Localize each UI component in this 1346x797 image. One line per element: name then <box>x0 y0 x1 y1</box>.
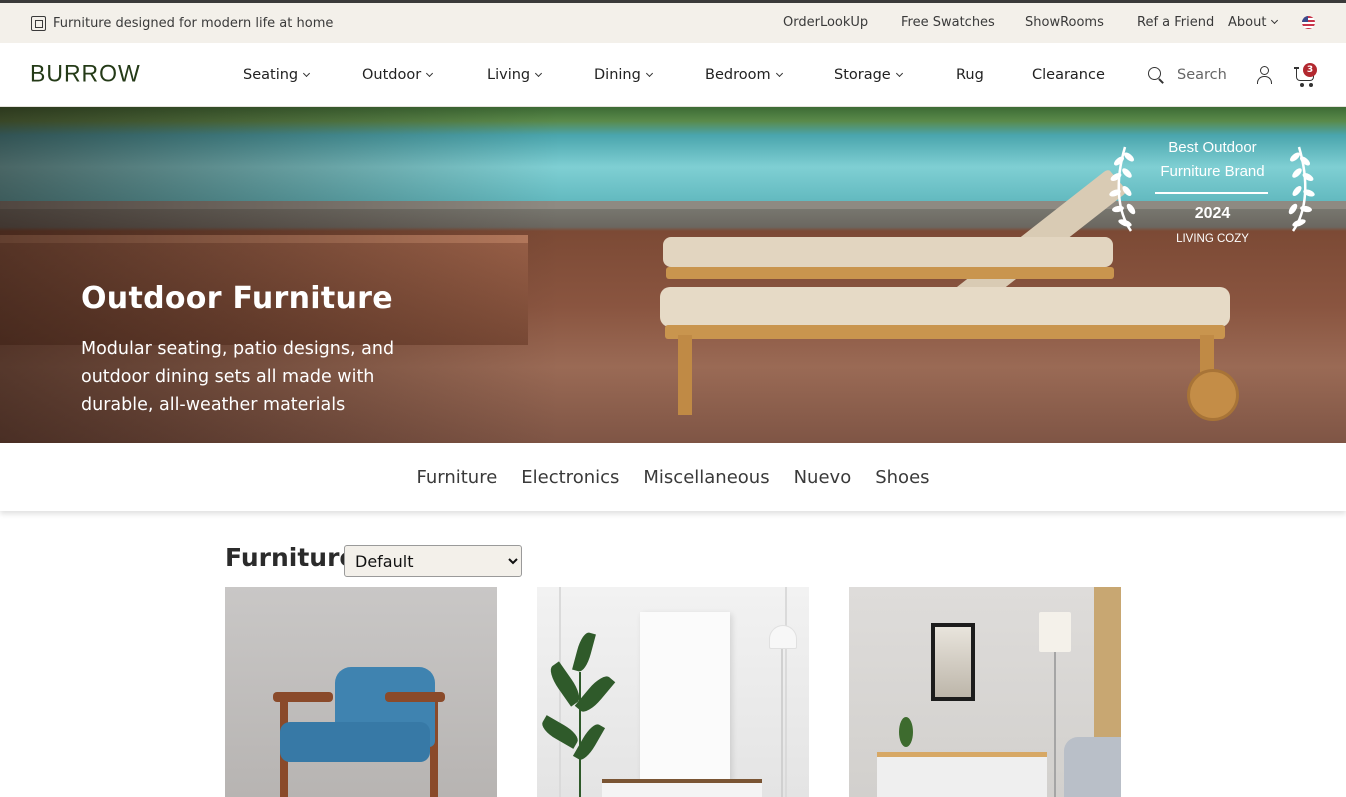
product-image-console <box>602 779 762 797</box>
product-image-chair <box>273 692 333 702</box>
chevron-down-icon <box>645 69 653 78</box>
product-image-lamp <box>781 649 783 797</box>
search-input[interactable] <box>1177 67 1241 83</box>
order-lookup-link[interactable]: OrderLookUp <box>783 3 868 43</box>
cart-icon[interactable]: 3 <box>1294 63 1318 87</box>
product-card[interactable] <box>849 587 1121 797</box>
hero-image-cushion <box>663 237 1113 267</box>
product-card[interactable] <box>225 587 497 797</box>
nav-bedroom-label: Bedroom <box>705 67 771 83</box>
product-image-chair <box>385 692 445 702</box>
sort-select[interactable]: Default <box>344 545 522 577</box>
product-image-plant <box>899 717 913 747</box>
hero-title: Outdoor Furniture <box>81 281 393 316</box>
award-org: LIVING COZY <box>1176 233 1249 245</box>
award-line2: Furniture Brand <box>1160 163 1265 180</box>
category-miscellaneous[interactable]: Miscellaneous <box>643 467 769 488</box>
refer-friend-link[interactable]: Ref a Friend <box>1137 3 1214 43</box>
category-nuevo[interactable]: Nuevo <box>794 467 852 488</box>
nav-seating-label: Seating <box>243 67 299 83</box>
award-divider <box>1155 192 1268 194</box>
category-shoes[interactable]: Shoes <box>875 467 929 488</box>
product-image-plant <box>538 630 617 797</box>
category-bar: Furniture Electronics Miscellaneous Nuev… <box>0 443 1346 511</box>
award-badge: Best Outdoor Furniture Brand 2024 LIVING… <box>1105 135 1320 255</box>
chevron-down-icon <box>426 69 434 78</box>
product-card[interactable] <box>537 587 809 797</box>
nav-living-label: Living <box>487 67 531 83</box>
product-image-chair <box>280 722 430 762</box>
search-icon[interactable] <box>1147 66 1165 84</box>
section-title: Furniture <box>225 543 357 572</box>
square-icon <box>31 15 46 31</box>
logo[interactable]: BURROW <box>30 59 141 87</box>
nav-seating[interactable]: Seating <box>243 43 311 107</box>
hero-banner: Outdoor Furniture Modular seating, patio… <box>0 107 1346 443</box>
nav-outdoor[interactable]: Outdoor <box>362 43 434 107</box>
hero-image-frame <box>665 325 1225 339</box>
main-header: BURROW Seating Outdoor Living Dining Bed… <box>0 43 1346 107</box>
award-year: 2024 <box>1194 205 1231 222</box>
product-image-frame <box>931 623 975 701</box>
free-swatches-link[interactable]: Free Swatches <box>901 3 995 43</box>
chevron-down-icon <box>895 69 903 78</box>
chevron-down-icon <box>303 69 311 78</box>
user-icon[interactable] <box>1256 66 1272 84</box>
chevron-down-icon <box>1271 16 1279 25</box>
hero-image-cushion <box>660 287 1230 327</box>
hero-subtitle: Modular seating, patio designs, and outd… <box>81 339 395 415</box>
award-line1: Best Outdoor <box>1168 139 1257 156</box>
nav-clearance[interactable]: Clearance <box>1032 43 1105 107</box>
nav-outdoor-label: Outdoor <box>362 67 422 83</box>
hero-image-wheel <box>1187 369 1239 421</box>
chevron-down-icon <box>535 69 543 78</box>
utility-bar: Furniture designed for modern life at ho… <box>0 3 1346 43</box>
nav-storage[interactable]: Storage <box>834 43 903 107</box>
nav-dining[interactable]: Dining <box>594 43 653 107</box>
product-image-lamp <box>1039 612 1071 652</box>
product-image-lamp <box>1054 652 1056 797</box>
tagline: Furniture designed for modern life at ho… <box>31 3 333 43</box>
chevron-down-icon <box>775 69 783 78</box>
category-electronics[interactable]: Electronics <box>521 467 619 488</box>
hero-image-leg <box>678 335 692 415</box>
about-menu[interactable]: About <box>1228 3 1279 43</box>
product-image-sofa <box>1064 737 1121 797</box>
nav-rug[interactable]: Rug <box>956 43 984 107</box>
product-image-lamp <box>769 625 797 649</box>
nav-dining-label: Dining <box>594 67 641 83</box>
us-flag-icon[interactable] <box>1302 16 1315 29</box>
nav-living[interactable]: Living <box>487 43 543 107</box>
nav-bedroom[interactable]: Bedroom <box>705 43 783 107</box>
about-label: About <box>1228 15 1267 30</box>
tagline-text: Furniture designed for modern life at ho… <box>53 15 334 31</box>
product-image-canvas <box>640 612 730 782</box>
search-box[interactable] <box>1147 43 1241 107</box>
cart-count-badge: 3 <box>1303 63 1317 77</box>
category-furniture[interactable]: Furniture <box>416 467 497 488</box>
showrooms-link[interactable]: ShowRooms <box>1025 3 1104 43</box>
hero-image-frame <box>666 267 1114 279</box>
nav-storage-label: Storage <box>834 67 891 83</box>
product-image-sideboard <box>877 752 1047 797</box>
